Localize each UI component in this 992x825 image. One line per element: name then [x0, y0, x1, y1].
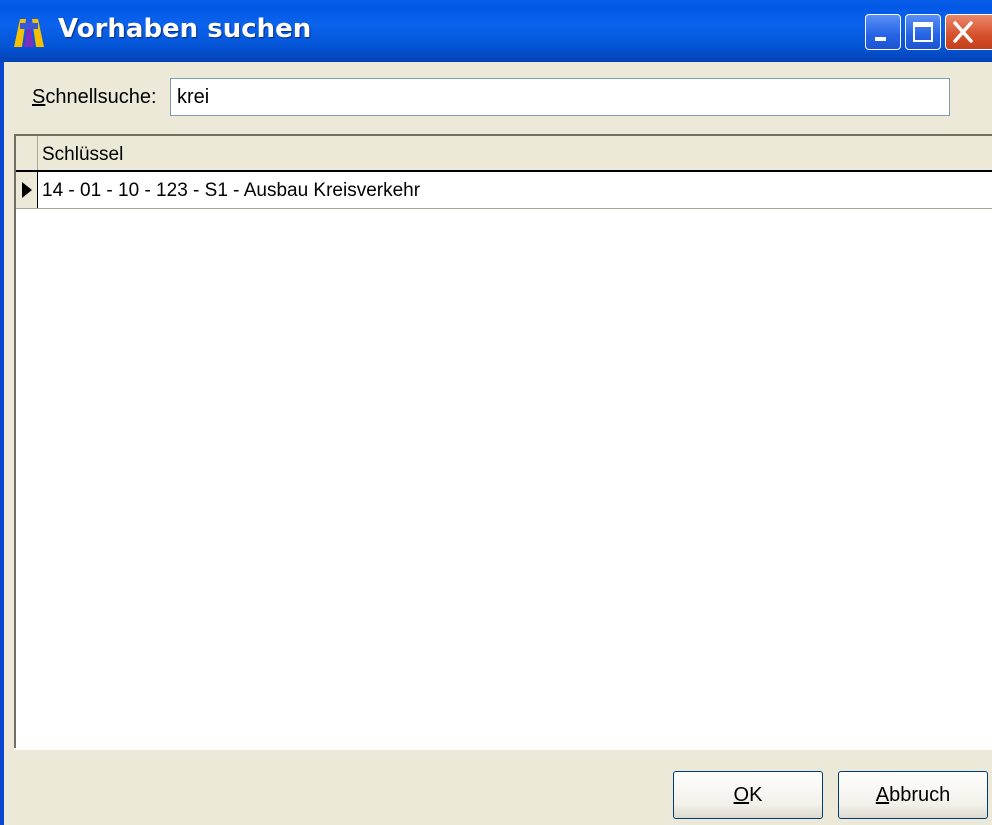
- row-indicator: [16, 172, 38, 208]
- dialog-window: Vorhaben suchen Schnellsuche: Schlüssel …: [0, 0, 992, 825]
- niss-app-icon: [14, 19, 44, 47]
- row-key-cell[interactable]: 14 - 01 - 10 - 123 - S1 - Ausbau Kreisve…: [42, 180, 420, 202]
- search-label-accel: S: [32, 86, 46, 108]
- ok-label: K: [749, 783, 763, 806]
- cancel-accel: A: [875, 783, 890, 806]
- close-icon: [953, 21, 973, 43]
- ok-accel: O: [733, 783, 750, 806]
- current-row-arrow-icon: [22, 182, 32, 198]
- table-row[interactable]: 14 - 01 - 10 - 123 - S1 - Ausbau Kreisve…: [16, 172, 992, 209]
- close-button[interactable]: [945, 14, 992, 50]
- window-title: Vorhaben suchen: [58, 14, 312, 44]
- maximize-icon: [913, 22, 933, 42]
- ok-button[interactable]: OK: [673, 771, 823, 819]
- search-input[interactable]: [170, 78, 950, 116]
- window-left-border: [0, 62, 4, 825]
- grid-header: Schlüssel: [16, 136, 992, 172]
- cancel-button[interactable]: Abbruch: [838, 771, 988, 819]
- search-label: Schnellsuche:: [32, 86, 157, 109]
- search-label-text: chnellsuche:: [45, 86, 157, 108]
- column-header-schluessel[interactable]: Schlüssel: [42, 144, 123, 166]
- minimize-button[interactable]: [865, 14, 901, 50]
- grid-corner: [16, 136, 38, 170]
- results-grid[interactable]: Schlüssel 14 - 01 - 10 - 123 - S1 - Ausb…: [14, 134, 992, 748]
- footer-divider: [14, 748, 992, 750]
- cancel-label: bbruch: [889, 783, 951, 806]
- minimize-icon: [875, 37, 886, 41]
- maximize-button[interactable]: [905, 14, 941, 50]
- title-bar[interactable]: Vorhaben suchen: [0, 0, 992, 62]
